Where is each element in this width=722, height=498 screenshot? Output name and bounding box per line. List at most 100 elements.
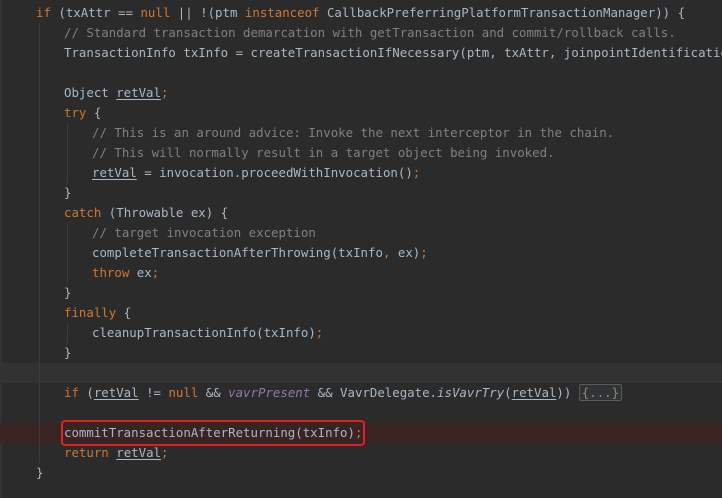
- code-token: completeTransactionAfterThrowing(txInfo: [92, 245, 383, 260]
- line-code: }: [64, 283, 71, 303]
- code-token: {: [116, 305, 132, 320]
- code-token: if: [36, 5, 51, 20]
- code-token: || !(ptm: [170, 5, 245, 20]
- code-line[interactable]: if (retVal != null && vavrPresent && Vav…: [0, 383, 722, 403]
- code-line[interactable]: TransactionInfo txInfo = createTransacti…: [0, 43, 722, 63]
- code-line[interactable]: throw ex;: [0, 263, 722, 283]
- code-line[interactable]: [0, 63, 722, 83]
- indent-guide: [39, 23, 40, 463]
- code-line[interactable]: try {: [0, 103, 722, 123]
- code-line[interactable]: [0, 363, 722, 383]
- code-token: // Standard transaction demarcation with…: [64, 25, 676, 40]
- line-code: completeTransactionAfterThrowing(txInfo,…: [92, 243, 428, 263]
- line-code: Object retVal;: [64, 83, 168, 103]
- line-code: catch (Throwable ex) {: [64, 203, 228, 223]
- code-line[interactable]: Object retVal;: [0, 83, 722, 103]
- code-token: ;: [161, 445, 169, 460]
- code-token: (: [78, 385, 94, 400]
- code-token: if: [64, 385, 79, 400]
- code-token: // This will normally result in a target…: [92, 145, 555, 160]
- indent-guide: [67, 223, 68, 283]
- code-token: commitTransactionAfterReturning(txInfo): [64, 425, 355, 440]
- code-token: (txAttr ==: [50, 5, 141, 20]
- code-token: vavrPresent: [228, 385, 311, 400]
- indent-guide: [67, 323, 68, 343]
- code-line[interactable]: cleanupTransactionInfo(txInfo);: [0, 323, 722, 343]
- line-code: throw ex;: [92, 263, 159, 283]
- code-token: {: [86, 105, 102, 120]
- code-token: instanceof: [244, 5, 320, 20]
- code-token: ;: [160, 85, 169, 100]
- line-code: // target invocation exception: [92, 223, 316, 243]
- line-code: // Standard transaction demarcation with…: [64, 23, 676, 43]
- code-token: ;: [151, 265, 160, 280]
- code-token: retVal: [116, 85, 161, 100]
- line-code: retVal = invocation.proceedWithInvocatio…: [92, 163, 420, 183]
- code-token: ex): [390, 245, 421, 260]
- line-code: if (txAttr == null || !(ptm instanceof C…: [36, 3, 685, 23]
- code-token: TransactionInfo txInfo = createTransacti…: [64, 45, 722, 60]
- code-token: retVal: [116, 445, 161, 460]
- code-token: try: [64, 105, 87, 120]
- code-token: !=: [138, 385, 169, 400]
- code-token: }: [36, 465, 44, 480]
- code-token: ;: [420, 245, 428, 260]
- highlighted-code-line[interactable]: commitTransactionAfterReturning(txInfo);: [0, 420, 722, 446]
- code-token: CallbackPreferringPlatformTransactionMan…: [319, 5, 686, 20]
- code-line[interactable]: return retVal;: [0, 443, 722, 463]
- code-token: (: [504, 385, 512, 400]
- code-line[interactable]: }: [0, 183, 722, 203]
- code-token: }: [64, 285, 72, 300]
- code-line[interactable]: completeTransactionAfterThrowing(txInfo,…: [0, 243, 722, 263]
- code-token: )): [556, 385, 579, 400]
- code-line[interactable]: if (txAttr == null || !(ptm instanceof C…: [0, 3, 722, 23]
- code-line[interactable]: // This is an around advice: Invoke the …: [0, 123, 722, 143]
- code-token: ;: [354, 425, 363, 440]
- code-token: retVal: [511, 385, 557, 400]
- code-line[interactable]: retVal = invocation.proceedWithInvocatio…: [0, 163, 722, 183]
- code-line[interactable]: // target invocation exception: [0, 223, 722, 243]
- code-token: = invocation.proceedWithInvocation(): [136, 165, 413, 180]
- line-code: return retVal;: [64, 443, 168, 463]
- code-token: return: [64, 445, 109, 460]
- code-line[interactable]: // Standard transaction demarcation with…: [0, 23, 722, 43]
- code-line[interactable]: }: [0, 283, 722, 303]
- code-token: ;: [315, 325, 324, 340]
- code-token: && VavrDelegate.: [310, 385, 438, 400]
- line-code: try {: [64, 103, 101, 123]
- line-code: cleanupTransactionInfo(txInfo);: [92, 323, 323, 343]
- code-line[interactable]: finally {: [0, 303, 722, 323]
- line-code: TransactionInfo txInfo = createTransacti…: [64, 43, 722, 63]
- code-line[interactable]: // This will normally result in a target…: [0, 143, 722, 163]
- line-code: if (retVal != null && vavrPresent && Vav…: [64, 383, 623, 403]
- code-token: finally: [64, 305, 117, 320]
- code-token: Object: [64, 85, 117, 100]
- folded-code-marker[interactable]: {...}: [578, 384, 623, 401]
- line-code: // This is an around advice: Invoke the …: [92, 123, 614, 143]
- code-token: // target invocation exception: [92, 225, 316, 240]
- line-code: // This will normally result in a target…: [92, 143, 555, 163]
- code-line[interactable]: [0, 403, 722, 423]
- line-code: finally {: [64, 303, 131, 323]
- line-code: commitTransactionAfterReturning(txInfo);: [60, 420, 366, 446]
- code-token: ex: [129, 265, 152, 280]
- indent-guide: [67, 123, 68, 183]
- code-token: null: [168, 385, 199, 400]
- code-line[interactable]: }: [0, 343, 722, 363]
- code-token: retVal: [92, 165, 137, 180]
- code-token: isVavrTry: [437, 385, 505, 400]
- code-token: &&: [198, 385, 229, 400]
- code-token: }: [64, 185, 72, 200]
- code-line[interactable]: catch (Throwable ex) {: [0, 203, 722, 223]
- code-token: cleanupTransactionInfo(txInfo): [92, 325, 316, 340]
- code-token: (Throwable ex) {: [101, 205, 229, 220]
- code-editor[interactable]: if (txAttr == null || !(ptm instanceof C…: [0, 0, 722, 498]
- code-line[interactable]: }: [0, 463, 722, 483]
- code-token: retVal: [93, 385, 139, 400]
- code-token: throw: [92, 265, 130, 280]
- code-token: catch: [64, 205, 102, 220]
- line-code: }: [36, 463, 43, 483]
- code-token: // This is an around advice: Invoke the …: [92, 125, 615, 140]
- code-token: ;: [412, 165, 421, 180]
- code-token: null: [140, 5, 171, 20]
